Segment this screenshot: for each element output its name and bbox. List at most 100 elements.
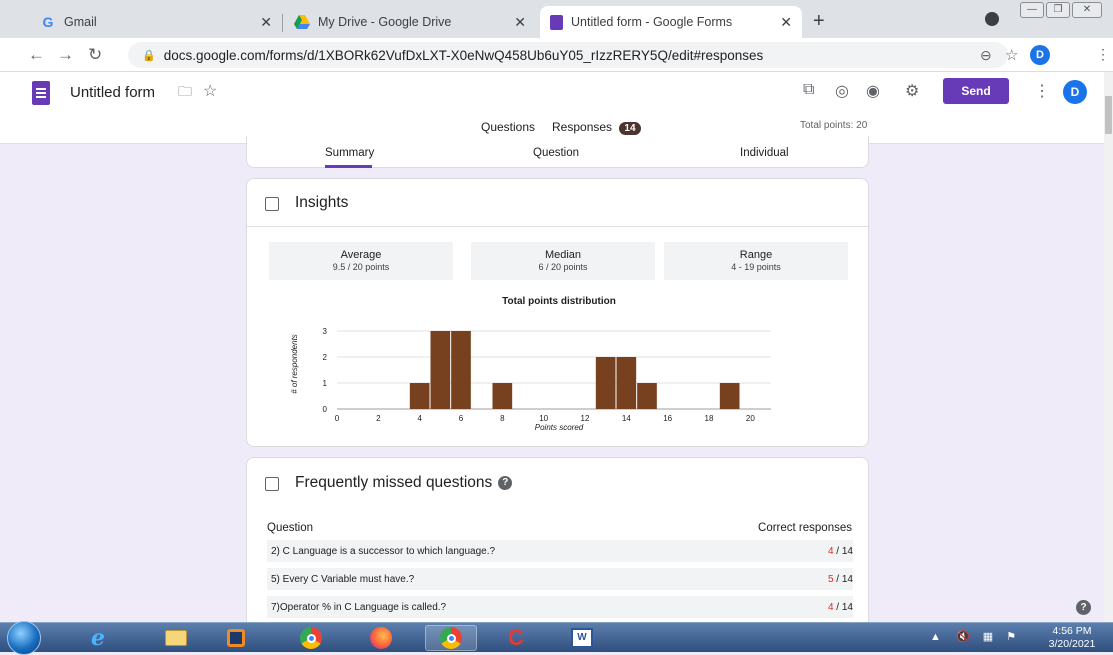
chart-y-tick: 2 bbox=[323, 353, 328, 362]
lock-icon: 🔒 bbox=[142, 49, 156, 62]
summary-tab-indicator bbox=[325, 165, 372, 168]
points-distribution-chart: Total points distribution # of responden… bbox=[290, 296, 771, 432]
question-text: 7)Operator % in C Language is called.? bbox=[271, 602, 447, 613]
network-icon[interactable]: ▦ bbox=[983, 631, 993, 643]
missed-question-row[interactable]: 5) Every C Variable must have.? 5 / 14 bbox=[267, 568, 853, 590]
palette-icon[interactable]: ◎ bbox=[835, 81, 849, 101]
close-icon[interactable]: ✕ bbox=[260, 14, 272, 31]
send-button[interactable]: Send bbox=[943, 78, 1009, 104]
chrome-profile-icon-active[interactable] bbox=[425, 625, 477, 651]
tab-google-drive[interactable]: My Drive - Google Drive ✕ bbox=[284, 6, 536, 38]
chart-bar[interactable] bbox=[430, 331, 451, 409]
system-clock[interactable]: 4:56 PM 3/20/2021 bbox=[1040, 625, 1104, 651]
missed-question-row[interactable]: 2) C Language is a successor to which la… bbox=[267, 540, 853, 562]
url-text: docs.google.com/forms/d/1XBORk62VufDxLXT… bbox=[163, 47, 764, 63]
alert-box-icon bbox=[265, 477, 279, 491]
new-tab-plus-icon[interactable]: + bbox=[813, 10, 825, 33]
chart-x-tick: 14 bbox=[622, 414, 631, 423]
tab-title: Untitled form - Google Forms bbox=[571, 15, 733, 29]
tab-questions[interactable]: Questions bbox=[481, 120, 535, 134]
chart-bar[interactable] bbox=[451, 331, 471, 409]
browser-tab-strip: G Gmail ✕ My Drive - Google Drive ✕ Unti… bbox=[0, 0, 1113, 38]
window-close-icon[interactable]: ✕ bbox=[1072, 2, 1102, 18]
file-explorer-icon[interactable] bbox=[150, 625, 202, 651]
close-icon[interactable]: ✕ bbox=[780, 14, 792, 31]
chart-bar[interactable] bbox=[616, 357, 637, 409]
more-menu-icon[interactable]: ⋮ bbox=[1034, 81, 1050, 101]
tab-gmail[interactable]: G Gmail ✕ bbox=[30, 6, 282, 38]
internet-explorer-icon[interactable]: e bbox=[72, 625, 124, 651]
correct-count: 5 / 14 bbox=[828, 574, 853, 585]
firefox-icon[interactable] bbox=[355, 625, 407, 651]
question-text: 5) Every C Variable must have.? bbox=[271, 574, 415, 585]
chart-bar[interactable] bbox=[719, 383, 740, 409]
help-icon[interactable]: ? bbox=[498, 476, 513, 490]
missed-header: Frequently missed questions? bbox=[247, 458, 868, 508]
google-forms-logo-icon[interactable] bbox=[32, 81, 50, 105]
scrollbar-thumb[interactable] bbox=[1105, 96, 1112, 134]
close-icon[interactable]: ✕ bbox=[514, 14, 526, 31]
missed-question-row[interactable]: 7)Operator % in C Language is called.? 4… bbox=[267, 596, 853, 618]
bookmark-star-icon[interactable]: ☆ bbox=[1005, 46, 1018, 64]
response-view-tabs: Summary Question Individual bbox=[246, 136, 869, 168]
chart-x-tick: 10 bbox=[539, 414, 548, 423]
chart-bar[interactable] bbox=[637, 383, 657, 409]
reload-icon[interactable]: ↻ bbox=[88, 45, 102, 65]
correct-count: 4 / 14 bbox=[828, 602, 853, 613]
chart-y-tick: 0 bbox=[323, 405, 328, 414]
tab-responses[interactable]: Responses 14 bbox=[552, 120, 641, 135]
tab-google-forms[interactable]: Untitled form - Google Forms ✕ bbox=[540, 6, 802, 38]
responses-count-badge: 14 bbox=[619, 122, 641, 135]
correct-count: 4 / 14 bbox=[828, 546, 853, 557]
tab-summary[interactable]: Summary bbox=[325, 147, 374, 159]
star-icon[interactable]: ☆ bbox=[203, 81, 217, 101]
floating-help-icon[interactable]: ? bbox=[1076, 600, 1091, 615]
tab-individual[interactable]: Individual bbox=[740, 147, 789, 159]
chart-bar[interactable] bbox=[492, 383, 513, 409]
chart-x-axis-label: Points scored bbox=[535, 423, 584, 432]
question-text: 2) C Language is a successor to which la… bbox=[271, 546, 496, 557]
chart-bar[interactable] bbox=[409, 383, 430, 409]
stat-label: Average bbox=[340, 249, 382, 261]
address-bar[interactable]: 🔒 docs.google.com/forms/d/1XBORk62VufDxL… bbox=[128, 42, 1008, 68]
forward-arrow-icon[interactable]: → bbox=[57, 45, 74, 65]
chrome-menu-icon[interactable]: ⋮ bbox=[1096, 46, 1110, 63]
insights-header: Insights bbox=[247, 179, 868, 227]
form-title[interactable]: Untitled form bbox=[70, 84, 155, 101]
tab-title: My Drive - Google Drive bbox=[318, 15, 452, 29]
profile-avatar[interactable]: D bbox=[1030, 45, 1050, 65]
folder-icon[interactable]: 🗀 bbox=[178, 81, 192, 105]
gmail-icon: G bbox=[42, 14, 54, 30]
tab-question[interactable]: Question bbox=[533, 147, 579, 159]
minimize-icon[interactable]: — bbox=[1020, 2, 1044, 18]
chart-bar[interactable] bbox=[595, 357, 616, 409]
insights-title: Insights bbox=[295, 194, 349, 211]
insights-chart-icon bbox=[265, 197, 279, 211]
account-avatar[interactable]: D bbox=[1063, 80, 1087, 104]
google-drive-icon bbox=[294, 14, 310, 30]
chrome-icon[interactable] bbox=[285, 625, 337, 651]
frequently-missed-card: Frequently missed questions? Question Co… bbox=[246, 457, 869, 637]
start-button-icon[interactable] bbox=[7, 621, 41, 655]
action-center-icon[interactable]: ⚑ bbox=[1006, 631, 1016, 643]
ccleaner-icon[interactable]: C bbox=[490, 625, 542, 651]
preview-eye-icon[interactable]: ◉ bbox=[866, 81, 880, 101]
settings-gear-icon[interactable]: ⚙ bbox=[905, 81, 919, 101]
chart-x-tick: 16 bbox=[663, 414, 672, 423]
microsoft-word-icon[interactable]: W bbox=[556, 625, 608, 651]
volume-muted-icon[interactable]: 🔇 bbox=[956, 631, 970, 643]
profile-dot-icon[interactable] bbox=[985, 12, 999, 26]
addon-puzzle-icon[interactable]: ⧉ bbox=[803, 81, 814, 99]
stat-value: 6 / 20 points bbox=[538, 262, 588, 272]
tray-expand-icon[interactable]: ▲ bbox=[930, 631, 941, 643]
total-points: Total points: 20 bbox=[800, 120, 868, 131]
chart-title: Total points distribution bbox=[502, 296, 616, 307]
maximize-icon[interactable]: ❐ bbox=[1046, 2, 1070, 18]
media-player-icon[interactable] bbox=[210, 625, 262, 651]
page-scrollbar[interactable] bbox=[1104, 72, 1113, 622]
chart-x-tick: 6 bbox=[459, 414, 464, 423]
chart-x-tick: 2 bbox=[376, 414, 381, 423]
chart-x-tick: 0 bbox=[335, 414, 340, 423]
zoom-icon[interactable]: ⊖ bbox=[980, 47, 992, 64]
back-arrow-icon[interactable]: ← bbox=[28, 45, 45, 65]
